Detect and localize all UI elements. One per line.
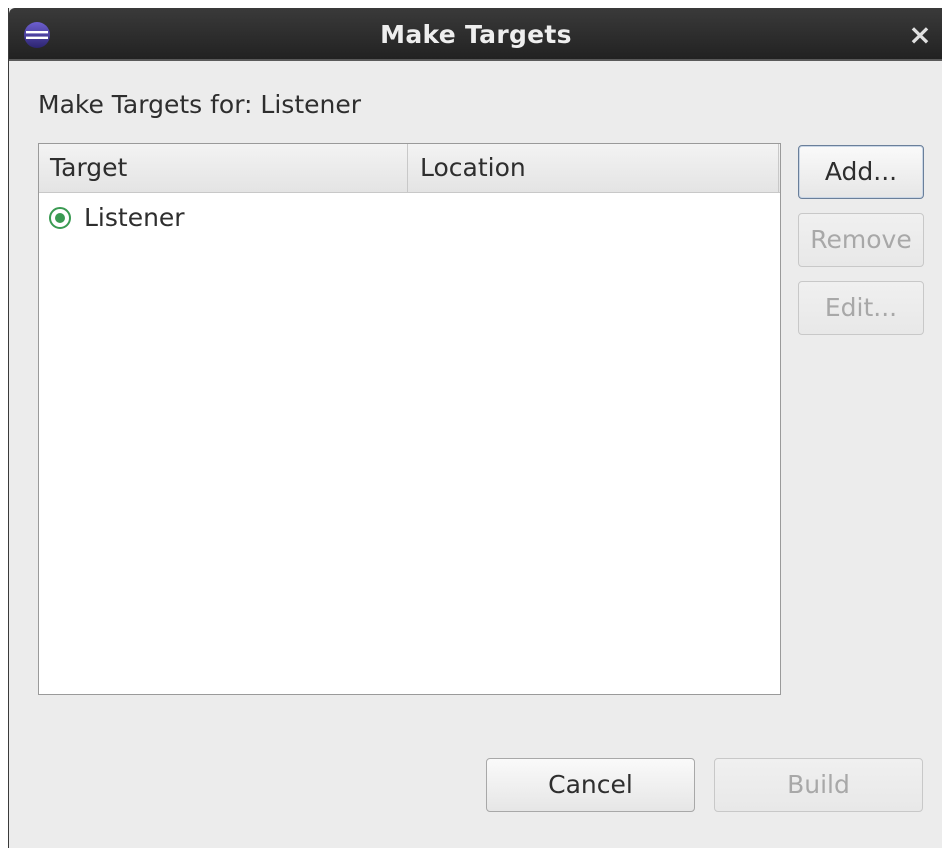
column-header-target[interactable]: Target bbox=[39, 144, 408, 192]
table-row[interactable]: Listener bbox=[39, 196, 780, 240]
make-targets-dialog: Make Targets × Make Targets for: Listene… bbox=[8, 8, 942, 848]
remove-button[interactable]: Remove bbox=[798, 213, 924, 267]
edit-button[interactable]: Edit... bbox=[798, 281, 924, 335]
column-header-location[interactable]: Location bbox=[409, 144, 779, 192]
cancel-button[interactable]: Cancel bbox=[486, 758, 695, 812]
add-button[interactable]: Add... bbox=[798, 145, 924, 199]
target-name: Listener bbox=[84, 203, 185, 232]
make-targets-table[interactable]: Target Location Listener bbox=[38, 143, 781, 695]
table-header: Target Location bbox=[39, 144, 780, 193]
make-target-icon bbox=[49, 207, 71, 229]
dialog-heading: Make Targets for: Listener bbox=[38, 90, 362, 119]
title-bar[interactable]: Make Targets × bbox=[9, 8, 942, 61]
close-icon[interactable]: × bbox=[907, 21, 933, 49]
dialog-title: Make Targets bbox=[380, 20, 572, 49]
build-button[interactable]: Build bbox=[714, 758, 923, 812]
